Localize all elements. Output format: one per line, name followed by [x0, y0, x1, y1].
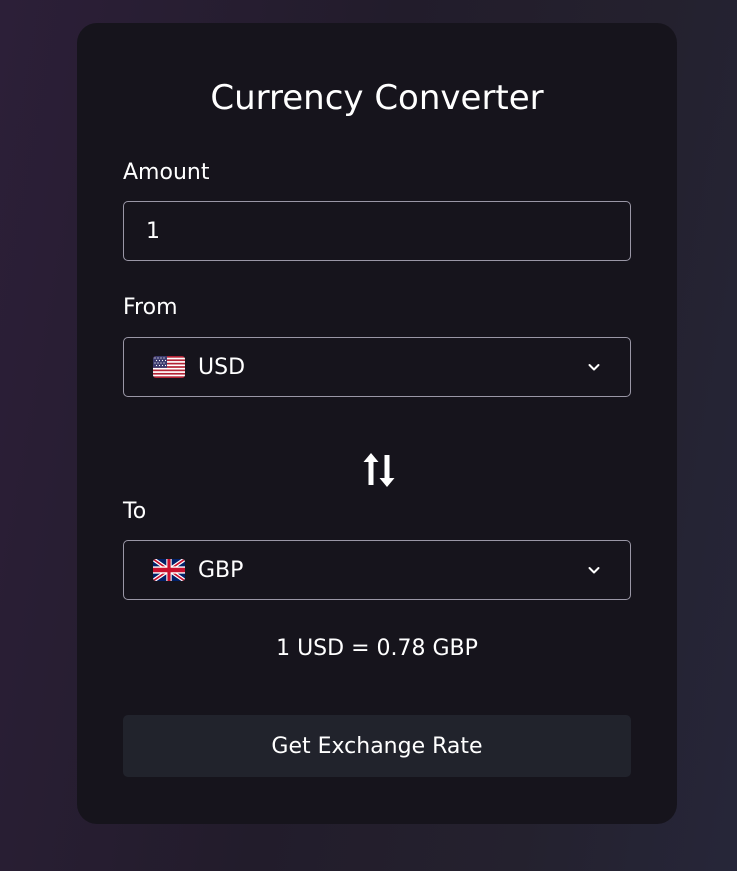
amount-label: Amount: [123, 160, 210, 185]
to-label: To: [123, 499, 147, 524]
from-label: From: [123, 295, 178, 320]
get-exchange-rate-button[interactable]: Get Exchange Rate: [123, 715, 631, 777]
from-select-content: USD: [124, 338, 630, 396]
to-currency-code: GBP: [198, 557, 244, 583]
converter-card: Currency Converter Amount From: [77, 23, 677, 824]
amount-field: [123, 201, 631, 261]
to-currency-select[interactable]: GBP: [123, 540, 631, 600]
amount-input[interactable]: [124, 202, 630, 260]
uk-flag-icon: [153, 559, 185, 581]
page-title: Currency Converter: [210, 78, 544, 118]
exchange-rate-result: 1 USD = 0.78 GBP: [276, 636, 478, 661]
from-currency-code: USD: [198, 354, 246, 380]
from-currency-select[interactable]: USD: [123, 337, 631, 397]
chevron-down-icon: [586, 562, 602, 578]
to-select-content: GBP: [124, 541, 630, 599]
swap-arrows-icon[interactable]: [362, 451, 396, 489]
chevron-down-icon: [586, 359, 602, 375]
us-flag-icon: [153, 356, 185, 378]
